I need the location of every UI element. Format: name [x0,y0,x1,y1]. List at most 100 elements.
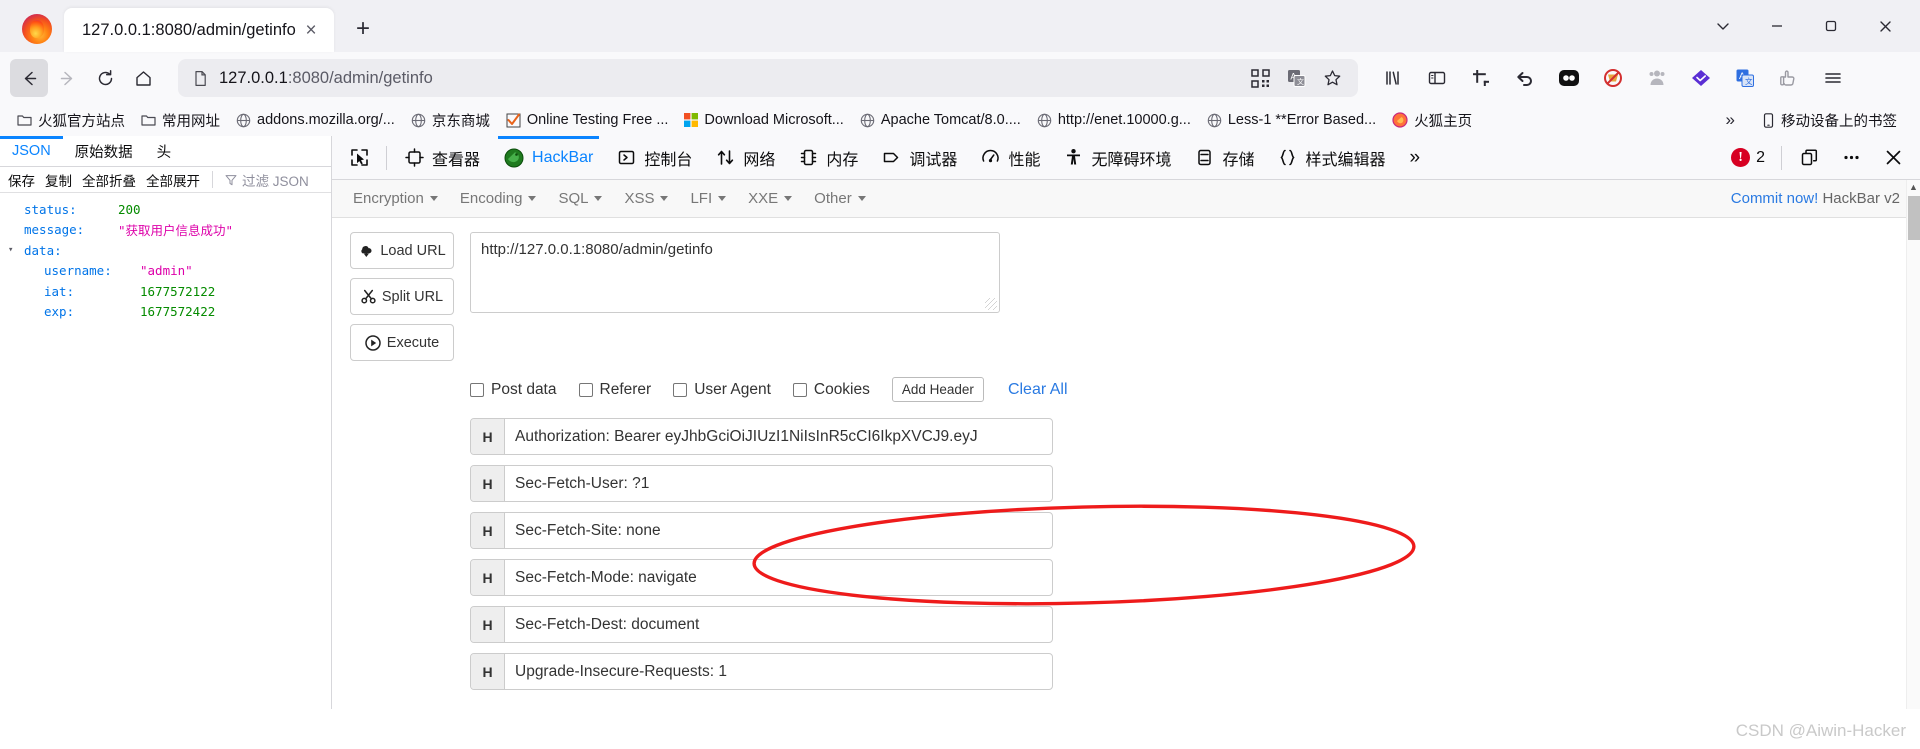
header-value[interactable]: Sec-Fetch-Site: none [505,513,1052,548]
add-header-button[interactable]: Add Header [891,377,984,402]
header-value[interactable]: Authorization: Bearer eyJhbGciOiJIUzI1Ni… [505,419,1052,454]
header-row[interactable]: H Sec-Fetch-Site: none [470,512,1053,549]
checkbox-box[interactable] [470,382,484,397]
browser-tab[interactable]: 127.0.0.1:8080/admin/getinfo × [64,8,334,52]
lastpass-icon[interactable] [1552,61,1586,95]
header-value[interactable]: Sec-Fetch-Mode: navigate [505,560,1052,595]
devtools-tab-accessibility[interactable]: 无障碍环境 [1052,136,1183,179]
header-value[interactable]: Sec-Fetch-Dest: document [505,607,1052,642]
app-menu-icon[interactable] [1816,61,1850,95]
sponsorblock-icon[interactable] [1772,61,1806,95]
post-data-checkbox[interactable]: Post data [470,381,557,399]
devtools-tab-storage[interactable]: 存储 [1183,136,1266,179]
devtools-tab-console[interactable]: 控制台 [605,136,704,179]
scrollbar-thumb[interactable] [1908,196,1920,240]
json-copy-button[interactable]: 复制 [45,170,72,190]
json-row[interactable]: message: "获取用户信息成功" [0,220,331,241]
json-row[interactable]: status: 200 [0,199,331,220]
hackbar-menu-xss[interactable]: XSS [613,184,679,213]
bookmark-item[interactable]: Less-1 **Error Based... [1200,109,1383,131]
cookies-checkbox[interactable]: Cookies [792,381,870,399]
clear-all-button[interactable]: Clear All [1008,381,1068,399]
split-url-button[interactable]: Split URL [350,278,454,315]
privacy-badger-icon[interactable] [1640,61,1674,95]
back-icon[interactable] [10,59,48,97]
element-picker-icon[interactable] [338,140,380,176]
dock-layout-icon[interactable] [1788,140,1830,176]
bookmark-item[interactable]: Download Microsoft... [677,109,850,131]
list-all-tabs-icon[interactable] [1696,6,1750,46]
execute-button[interactable]: Execute [350,324,454,361]
url-textarea[interactable]: http://127.0.0.1:8080/admin/getinfo [470,232,1000,313]
home-icon[interactable] [124,59,162,97]
more-options-icon[interactable] [1830,140,1872,176]
error-count-badge[interactable]: ! 2 [1721,148,1775,167]
user-agent-checkbox[interactable]: User Agent [673,381,771,399]
hackbar-menu-encryption[interactable]: Encryption [342,184,449,213]
bookmark-item[interactable]: http://enet.10000.g... [1030,109,1198,131]
header-row[interactable]: H Authorization: Bearer eyJhbGciOiJIUzI1… [470,418,1053,455]
devtools-tab-network[interactable]: 网络 [704,136,787,179]
hackbar-menu-sql[interactable]: SQL [547,184,613,213]
scroll-up-arrow-icon[interactable]: ▲ [1907,180,1920,194]
bookmarks-overflow-button[interactable]: » [1718,107,1743,133]
devtools-tabs-overflow[interactable]: » [1398,136,1433,179]
mobile-bookmarks-item[interactable]: 移动设备上的书签 [1755,107,1904,134]
translate-ext-icon[interactable]: A文 [1728,61,1762,95]
json-row[interactable]: ▾ data: [0,240,331,261]
referer-checkbox[interactable]: Referer [578,381,651,399]
header-value[interactable]: Sec-Fetch-User: ?1 [505,466,1052,501]
json-tab-raw-data[interactable]: 原始数据 [63,136,145,166]
devtools-tab-debugger[interactable]: 调试器 [870,136,969,179]
bookmark-item[interactable]: 火狐主页 [1385,107,1479,134]
bookmark-item[interactable]: 火狐官方站点 [10,107,132,134]
qr-code-icon[interactable] [1248,66,1272,90]
library-icon[interactable] [1376,61,1410,95]
bookmark-item[interactable]: addons.mozilla.org/... [229,109,402,131]
bookmark-star-icon[interactable] [1320,66,1344,90]
hackbar-menu-lfi[interactable]: LFI [679,184,737,213]
commit-now-link[interactable]: Commit now! [1731,190,1819,207]
resize-grip-icon[interactable] [985,298,997,310]
json-tab-headers[interactable]: 头 [145,136,184,166]
hackbar-menu-other[interactable]: Other [803,184,877,213]
hackbar-menu-xxe[interactable]: XXE [737,184,803,213]
header-value[interactable]: Upgrade-Insecure-Requests: 1 [505,654,1052,689]
devtools-tab-inspector[interactable]: 查看器 [393,136,492,179]
close-devtools-icon[interactable] [1872,140,1914,176]
screenshot-icon[interactable] [1464,61,1498,95]
bookmark-item[interactable]: 京东商城 [404,107,497,134]
bookmark-item[interactable]: Online Testing Free ... [499,109,676,131]
header-row[interactable]: H Sec-Fetch-User: ?1 [470,465,1053,502]
bookmark-item[interactable]: 常用网址 [134,107,227,134]
reload-icon[interactable] [86,59,124,97]
header-row[interactable]: H Sec-Fetch-Mode: navigate [470,559,1053,596]
maximize-icon[interactable] [1804,6,1858,46]
checkbox-box[interactable] [792,382,807,397]
sidebar-icon[interactable] [1420,61,1454,95]
json-row[interactable]: exp: 1677572422 [0,302,331,323]
close-window-icon[interactable] [1858,6,1912,46]
undo-icon[interactable] [1508,61,1542,95]
json-save-button[interactable]: 保存 [8,170,35,190]
minimize-icon[interactable] [1750,6,1804,46]
new-tab-button[interactable]: + [344,10,382,48]
devtools-scrollbar[interactable]: ▲ [1906,180,1920,709]
bookmark-item[interactable]: Apache Tomcat/8.0.... [853,109,1028,131]
forward-icon[interactable] [48,59,86,97]
header-row[interactable]: H Upgrade-Insecure-Requests: 1 [470,653,1053,690]
hackbar-commit-area[interactable]: Commit now! HackBar v2 [1721,184,1910,213]
devtools-tab-performance[interactable]: 性能 [969,136,1052,179]
json-row[interactable]: iat: 1677572122 [0,281,331,302]
expander-triangle-icon[interactable]: ▾ [8,245,20,255]
address-bar[interactable]: 127.0.0.1:8080/admin/getinfo A文 [178,59,1358,97]
devtools-tab-hackbar[interactable]: HackBar [492,136,605,179]
header-row[interactable]: H Sec-Fetch-Dest: document [470,606,1053,643]
translate-icon[interactable]: A文 [1284,66,1308,90]
json-collapse-all-button[interactable]: 全部折叠 [82,170,136,190]
checkbox-box[interactable] [673,382,688,397]
json-filter-input[interactable]: 过滤 JSON [225,170,309,190]
json-expand-all-button[interactable]: 全部展开 [146,170,200,190]
close-icon[interactable]: × [298,17,324,43]
violentmonkey-icon[interactable] [1684,61,1718,95]
